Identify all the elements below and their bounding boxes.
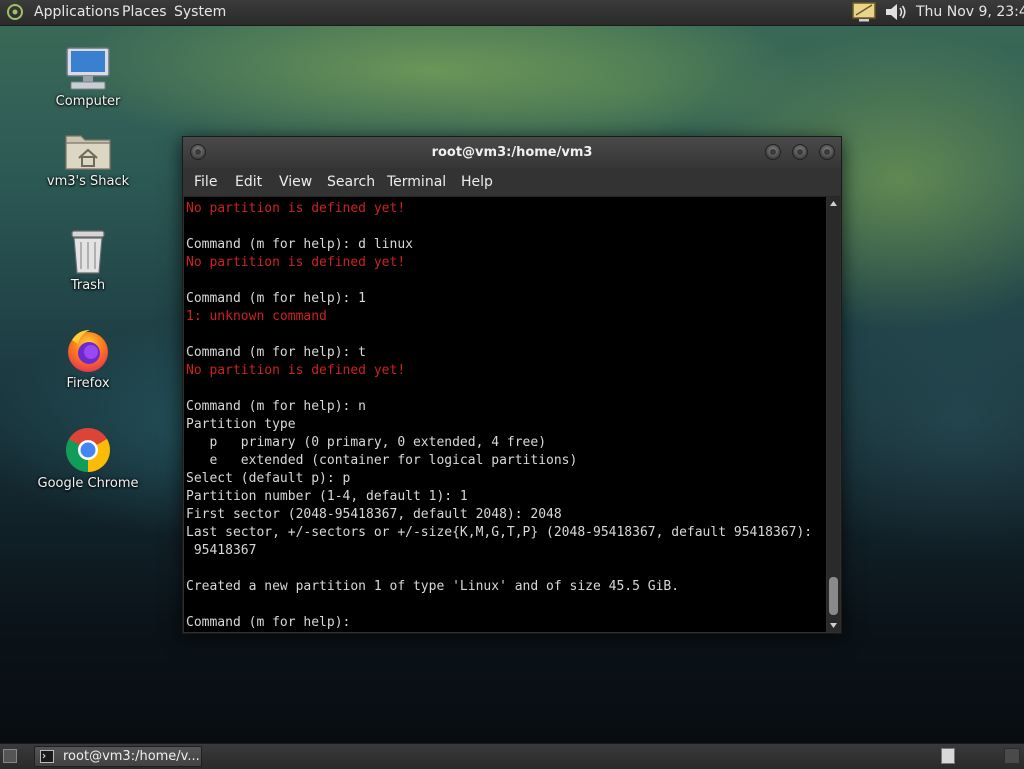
menu-search[interactable]: Search xyxy=(327,174,375,190)
scroll-down-arrow-icon[interactable] xyxy=(829,621,838,630)
desktop-icon-label: Firefox xyxy=(66,376,110,391)
desktop-background: Applications Places System Thu Nov 9, 23… xyxy=(0,0,1024,769)
menu-view[interactable]: View xyxy=(279,174,312,190)
terminal-output[interactable]: No partition is defined yet! Command (m f… xyxy=(184,197,826,632)
firefox-icon xyxy=(68,330,108,372)
desktop-icon-chrome[interactable]: Google Chrome xyxy=(28,426,148,491)
system-menu[interactable]: System xyxy=(174,4,226,20)
terminal-line: Command (m for help): t xyxy=(186,345,367,360)
chrome-icon xyxy=(66,428,110,472)
terminal-line: Partition type xyxy=(186,417,296,432)
window-title: root@vm3:/home/vm3 xyxy=(431,145,593,160)
terminal-error-line: 1: unknown command xyxy=(186,309,327,324)
terminal-line: First sector (2048-95418367, default 204… xyxy=(186,507,562,522)
terminal-scrollbar[interactable] xyxy=(827,197,840,632)
terminal-line: Command (m for help): xyxy=(186,615,359,630)
desktop-icon-label: vm3's Shack xyxy=(46,174,130,189)
terminal-line: 95418367 xyxy=(186,543,257,558)
scroll-up-arrow-icon[interactable] xyxy=(829,199,838,208)
display-icon[interactable] xyxy=(851,1,877,23)
terminal-line: Command (m for help): n xyxy=(186,399,367,414)
terminal-error-line: No partition is defined yet! xyxy=(186,201,406,216)
terminal-error-line: No partition is defined yet! xyxy=(186,255,406,270)
taskbar-item-terminal[interactable]: root@vm3:/home/v... xyxy=(34,746,202,767)
terminal-line: Command (m for help): d linux xyxy=(186,237,413,252)
terminal-line: p primary (0 primary, 0 extended, 4 free… xyxy=(186,435,547,450)
desktop-icon-label: Computer xyxy=(55,94,121,109)
menu-help[interactable]: Help xyxy=(461,174,493,190)
desktop-icon-computer[interactable]: Computer xyxy=(28,46,148,109)
applications-menu[interactable]: Applications xyxy=(34,4,120,20)
desktop-icon-label: Trash xyxy=(70,278,106,293)
home-folder-icon xyxy=(65,135,111,170)
terminal-line: Partition number (1-4, default 1): 1 xyxy=(186,489,468,504)
terminal-menubar: File Edit View Search Terminal Help xyxy=(183,168,841,197)
terminal-line: Select (default p): p xyxy=(186,471,351,486)
scrollbar-thumb[interactable] xyxy=(829,577,838,615)
desktop-icon-home-folder[interactable]: vm3's Shack xyxy=(28,128,148,189)
window-titlebar[interactable]: root@vm3:/home/vm3 xyxy=(183,137,841,168)
maximize-button[interactable] xyxy=(792,144,808,160)
bottom-panel: root@vm3:/home/v... xyxy=(0,743,1024,769)
desktop-icon-firefox[interactable]: Firefox xyxy=(28,326,148,391)
desktop-icon-label: Google Chrome xyxy=(37,476,139,491)
menu-terminal[interactable]: Terminal xyxy=(387,174,446,190)
trash-icon xyxy=(71,230,105,274)
terminal-icon xyxy=(40,750,54,763)
minimize-button[interactable] xyxy=(765,144,781,160)
volume-icon[interactable] xyxy=(884,2,908,22)
desktop-icon-trash[interactable]: Trash xyxy=(28,228,148,293)
menu-file[interactable]: File xyxy=(194,174,217,190)
terminal-line: e extended (container for logical partit… xyxy=(186,453,578,468)
top-panel: Applications Places System Thu Nov 9, 23… xyxy=(0,0,1024,26)
menu-edit[interactable]: Edit xyxy=(235,174,262,190)
terminal-line: Created a new partition 1 of type 'Linux… xyxy=(186,579,680,594)
terminal-lines: No partition is defined yet! Command (m f… xyxy=(184,197,826,632)
notification-area-icon[interactable] xyxy=(1004,748,1020,764)
terminal-error-line: No partition is defined yet! xyxy=(186,363,406,378)
computer-icon xyxy=(66,47,110,90)
terminal-window: root@vm3:/home/vm3 File Edit View Search… xyxy=(182,136,842,634)
terminal-line: Command (m for help): 1 xyxy=(186,291,367,306)
taskbar-item-label: root@vm3:/home/v... xyxy=(63,749,200,764)
terminal-line: Last sector, +/-sectors or +/-size{K,M,G… xyxy=(186,525,813,540)
distro-logo-icon[interactable] xyxy=(5,3,25,21)
places-menu[interactable]: Places xyxy=(122,4,167,20)
show-desktop-button[interactable] xyxy=(3,749,17,763)
workspace-switcher[interactable] xyxy=(941,748,955,764)
close-button[interactable] xyxy=(819,144,835,160)
clock[interactable]: Thu Nov 9, 23:46 xyxy=(916,4,1024,20)
